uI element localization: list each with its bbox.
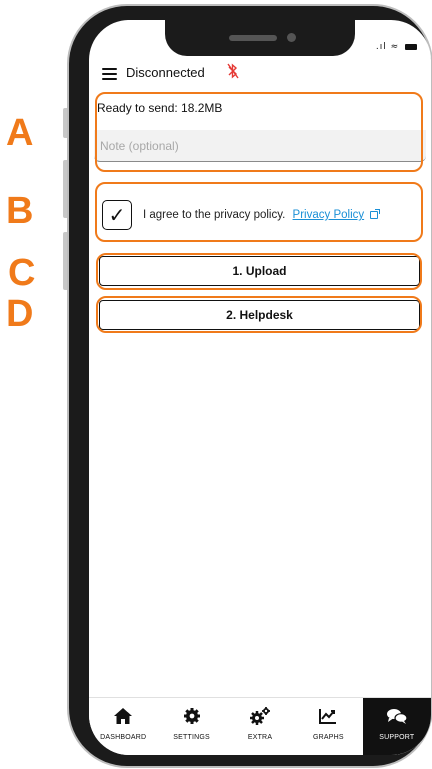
gear-icon — [183, 704, 201, 728]
nav-item-settings[interactable]: SETTINGS — [157, 698, 225, 755]
nav-label-dashboard: DASHBOARD — [100, 734, 147, 741]
nav-label-graphs: GRAPHS — [313, 734, 344, 741]
annotation-label-a: A — [6, 112, 34, 154]
nav-item-dashboard[interactable]: DASHBOARD — [89, 698, 157, 755]
nav-item-graphs[interactable]: GRAPHS — [294, 698, 362, 755]
speaker-grille — [229, 35, 277, 41]
nav-label-settings: SETTINGS — [173, 734, 210, 741]
annotation-label-d: D — [6, 293, 34, 335]
annotation-label-c: C — [8, 252, 36, 294]
annotation-box-c — [96, 253, 422, 290]
nav-item-support[interactable]: SUPPORT — [362, 698, 431, 755]
status-bar-icons: .ıl ≈ — [376, 42, 417, 52]
connection-status-title: Disconnected — [126, 65, 205, 80]
annotation-box-d — [96, 296, 422, 333]
phone-notch — [165, 20, 355, 56]
home-icon — [113, 704, 133, 728]
nav-item-extra[interactable]: EXTRA — [226, 698, 294, 755]
battery-icon — [405, 43, 417, 50]
bottom-navigation: DASHBOARD SETTINGS EXTRA GRAPHS SUPPORT — [89, 697, 431, 755]
nav-label-extra: EXTRA — [247, 734, 273, 741]
bluetooth-disabled-icon — [227, 63, 239, 83]
signal-icon: .ıl — [375, 42, 387, 52]
hamburger-menu-icon[interactable] — [102, 68, 117, 80]
annotation-label-b: B — [6, 190, 34, 232]
gears-icon — [249, 704, 271, 728]
wifi-icon: ≈ — [390, 42, 400, 52]
chat-icon — [386, 704, 408, 728]
chart-icon — [318, 704, 338, 728]
front-camera — [287, 33, 296, 42]
annotation-box-a — [95, 92, 423, 172]
annotation-box-b — [95, 182, 423, 242]
nav-label-support: SUPPORT — [379, 734, 415, 741]
app-header: Disconnected — [89, 56, 431, 92]
